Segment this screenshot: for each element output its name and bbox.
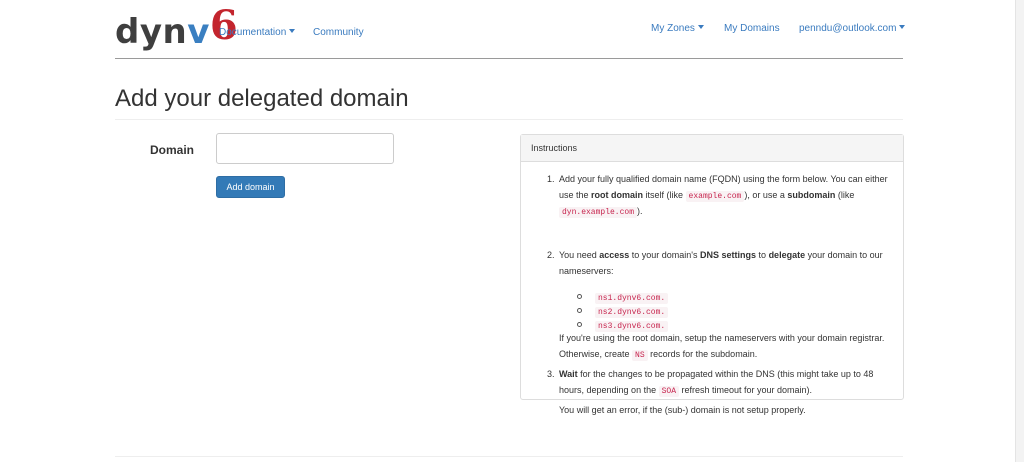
step-bold: delegate: [768, 250, 806, 260]
step-number: 3.: [547, 369, 555, 379]
bullet-icon: [577, 322, 582, 327]
footer-divider: [115, 456, 903, 457]
step-text: You need: [559, 250, 600, 260]
step-text: ).: [637, 206, 643, 217]
instruction-step-1: 1. Add your fully qualified domain name …: [547, 172, 899, 221]
instruction-step-2-note: If you're using the root domain, setup t…: [559, 331, 899, 363]
page-title: Add your delegated domain: [115, 85, 409, 112]
instruction-step-3: 3. Wait for the changes to be propagated…: [547, 367, 899, 399]
bullet-icon: [577, 308, 582, 313]
list-item: ns1.dynv6.com.: [577, 290, 877, 304]
instructions-panel: Instructions 1. Add your fully qualified…: [520, 134, 904, 415]
instruction-step-3-note: You will get an error, if the (sub-) dom…: [559, 405, 806, 415]
step-text: to your domain's: [629, 250, 701, 260]
nav-user-email: penndu@outlook.com: [799, 23, 897, 34]
code-dyn-example-com: dyn.example.com: [559, 207, 638, 219]
page-scrollbar[interactable]: [1015, 0, 1024, 462]
step-number: 2.: [547, 250, 555, 260]
chevron-down-icon: [899, 25, 906, 30]
code-ns: NS: [632, 349, 648, 361]
step-text: refresh timeout for your domain).: [679, 384, 813, 395]
chevron-down-icon: [697, 25, 704, 30]
top-navbar: dynv6 Documentation Community My Zones M…: [115, 0, 906, 59]
code-soa: SOA: [658, 385, 679, 397]
nav-documentation-label: Documentation: [219, 27, 287, 38]
step-bold: root domain: [591, 189, 644, 200]
step-bold: Wait: [559, 369, 578, 379]
step-text: (like: [835, 189, 855, 200]
step-number: 1.: [547, 174, 555, 184]
nameserver-ns2: ns2.dynv6.com.: [595, 307, 669, 318]
step-text: ), or use a: [744, 189, 788, 200]
step-bold: access: [599, 250, 630, 260]
bullet-icon: [577, 294, 582, 299]
step-bold: subdomain: [787, 189, 836, 200]
nav-user-dropdown[interactable]: penndu@outlook.com: [799, 22, 906, 36]
nameserver-ns1: ns1.dynv6.com.: [595, 293, 669, 304]
list-item: ns3.dynv6.com.: [577, 318, 877, 332]
step-text: to: [756, 250, 769, 260]
chevron-down-icon: [289, 29, 296, 34]
logo-v-text: v: [187, 12, 210, 52]
add-domain-button[interactable]: Add domain: [216, 176, 285, 198]
instruction-step-2: 2. You need access to your domain's DNS …: [547, 248, 899, 279]
logo-dyn-text: dyn: [115, 12, 188, 52]
instructions-heading: Instructions: [521, 135, 903, 162]
domain-input[interactable]: [216, 133, 394, 164]
nav-my-zones-dropdown[interactable]: My Zones: [651, 22, 704, 36]
step-bold: DNS settings: [700, 250, 757, 260]
list-item: ns2.dynv6.com.: [577, 304, 877, 318]
title-divider: [115, 119, 903, 120]
nav-my-domains-link[interactable]: My Domains: [724, 22, 780, 36]
code-example-com: example.com: [685, 190, 745, 202]
step-text: records for the subdomain.: [647, 348, 758, 359]
nameserver-list: ns1.dynv6.com. ns2.dynv6.com. ns3.dynv6.…: [577, 290, 877, 332]
nav-community-link[interactable]: Community: [313, 26, 364, 40]
step-text: itself (like: [643, 189, 686, 200]
domain-label: Domain: [150, 143, 195, 157]
nav-my-zones-label: My Zones: [651, 23, 695, 34]
nav-documentation-dropdown[interactable]: Documentation: [219, 26, 296, 40]
